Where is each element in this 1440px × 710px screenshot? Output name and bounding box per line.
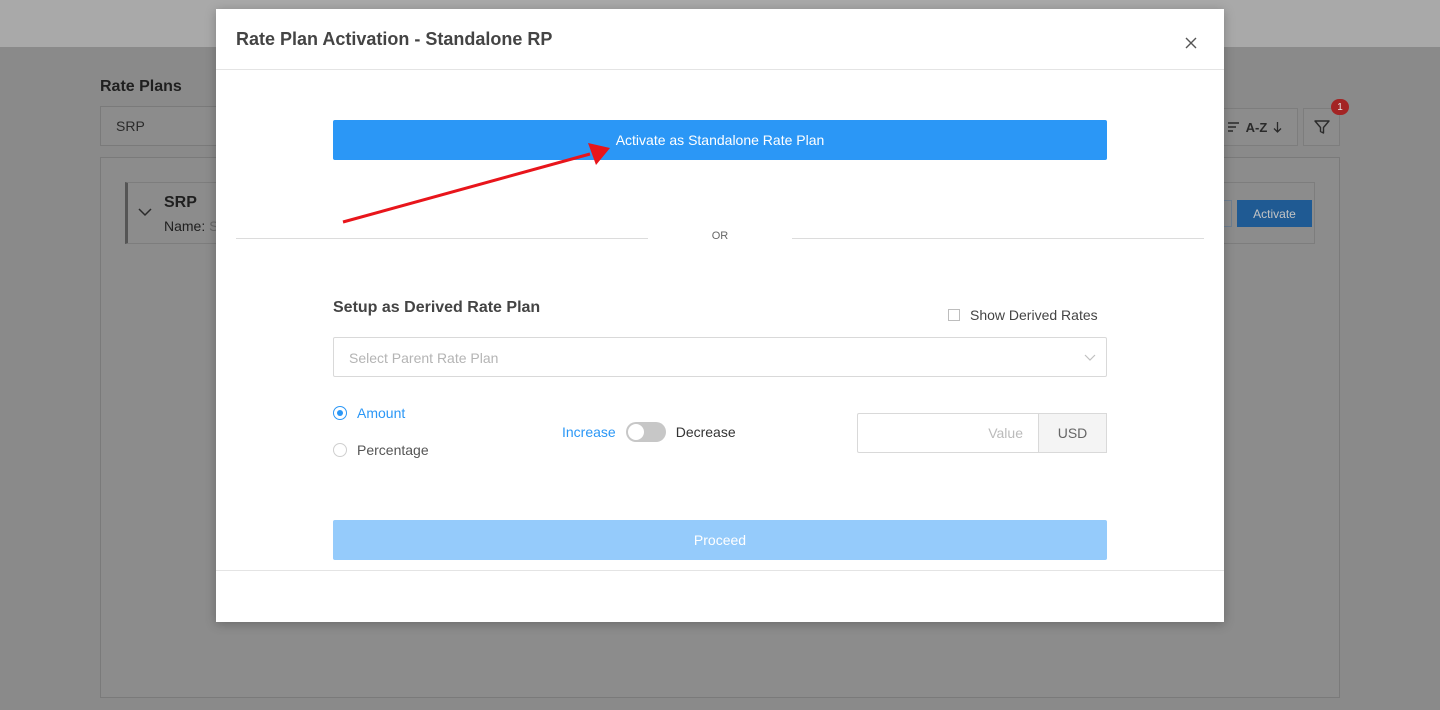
proceed-button[interactable]: Proceed — [333, 520, 1107, 560]
card-activate-button[interactable]: Activate — [1237, 200, 1312, 227]
amount-label: Amount — [357, 405, 406, 421]
parent-select-placeholder: Select Parent Rate Plan — [349, 350, 499, 366]
divider-left — [236, 238, 648, 239]
decrease-label: Decrease — [675, 424, 736, 440]
chevron-down-icon — [1084, 354, 1096, 361]
divider-right — [792, 238, 1204, 239]
modal-title: Rate Plan Activation - Standalone RP — [236, 29, 553, 49]
sort-icon — [1227, 122, 1239, 132]
rate-plan-activation-modal: Rate Plan Activation - Standalone RP Act… — [216, 9, 1224, 622]
rate-plan-name-label: Name: — [164, 218, 206, 234]
sort-button[interactable]: A-Z — [1212, 108, 1298, 146]
percentage-radio-option[interactable]: Percentage — [333, 442, 429, 458]
modal-footer-divider — [216, 570, 1224, 571]
close-icon[interactable] — [1181, 33, 1201, 53]
chevron-down-icon[interactable] — [138, 207, 152, 217]
amount-radio-option[interactable]: Amount — [333, 405, 405, 421]
percentage-radio[interactable] — [333, 443, 347, 457]
search-input[interactable]: SRP — [100, 106, 220, 146]
increase-label: Increase — [562, 424, 616, 440]
increase-decrease-group: Increase Decrease — [562, 422, 736, 442]
percentage-label: Percentage — [357, 442, 429, 458]
currency-addon: USD — [1038, 413, 1107, 453]
filter-icon — [1313, 120, 1330, 134]
parent-rate-plan-select[interactable]: Select Parent Rate Plan — [333, 337, 1107, 377]
show-derived-checkbox[interactable] — [948, 309, 960, 321]
or-separator: OR — [711, 230, 729, 242]
value-input[interactable] — [857, 413, 1038, 453]
amount-radio[interactable] — [333, 406, 347, 420]
rate-plan-title: SRP — [164, 194, 197, 211]
rate-plan-name: Name: S — [164, 218, 218, 234]
show-derived-rates-toggle[interactable]: Show Derived Rates — [948, 307, 1098, 323]
derived-section-title: Setup as Derived Rate Plan — [333, 299, 541, 316]
show-derived-label: Show Derived Rates — [970, 307, 1098, 323]
filter-count-badge: 1 — [1331, 99, 1349, 115]
page-title: Rate Plans — [100, 78, 182, 95]
arrow-down-icon — [1273, 121, 1282, 133]
modal-header: Rate Plan Activation - Standalone RP — [216, 9, 1224, 70]
sort-label: A-Z — [1245, 119, 1268, 135]
increase-decrease-switch[interactable] — [625, 422, 666, 442]
activate-standalone-button[interactable]: Activate as Standalone Rate Plan — [333, 120, 1107, 160]
